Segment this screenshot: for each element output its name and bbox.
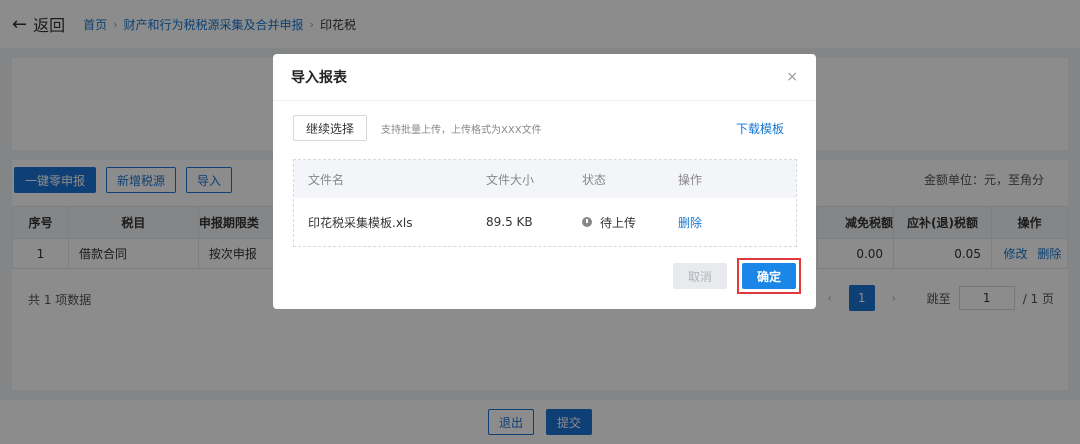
clock-icon [582, 217, 592, 227]
file-status: 待上传 [582, 214, 678, 231]
cancel-button[interactable]: 取消 [672, 263, 727, 289]
file-status-label: 待上传 [600, 215, 637, 230]
col-file-name: 文件名 [308, 172, 345, 187]
close-icon[interactable]: × [786, 69, 798, 85]
col-file-size: 文件大小 [486, 172, 535, 187]
import-dialog: 导入报表 × 继续选择 支持批量上传，上传格式为XXX文件 下载模板 文件名 文… [273, 54, 816, 309]
file-size: 89.5 KB [486, 215, 533, 229]
file-name: 印花税采集模板.xls [308, 215, 413, 230]
upload-row: 继续选择 支持批量上传，上传格式为XXX文件 下载模板 [293, 115, 796, 141]
file-table: 文件名 文件大小 状态 操作 印花税采集模板.xls 89.5 KB 待上传 删… [293, 159, 797, 247]
continue-select-button[interactable]: 继续选择 [293, 115, 368, 141]
dialog-footer: 取消 确定 [672, 258, 801, 294]
upload-hint: 支持批量上传，上传格式为XXX文件 [381, 124, 542, 136]
col-operation: 操作 [678, 172, 703, 187]
list-item: 印花税采集模板.xls 89.5 KB 待上传 删除 [294, 198, 796, 246]
dialog-title: 导入报表 [291, 70, 347, 86]
confirm-highlight: 确定 [736, 258, 801, 294]
file-operation: 删除 [678, 214, 778, 231]
dialog-body: 继续选择 支持批量上传，上传格式为XXX文件 下载模板 文件名 文件大小 状态 … [273, 101, 816, 247]
col-status: 状态 [582, 172, 607, 187]
confirm-button[interactable]: 确定 [741, 263, 796, 289]
download-template-link[interactable]: 下载模板 [736, 120, 784, 137]
delete-file-link[interactable]: 删除 [678, 216, 702, 230]
file-table-header: 文件名 文件大小 状态 操作 [294, 160, 796, 198]
dialog-header: 导入报表 × [273, 54, 816, 101]
